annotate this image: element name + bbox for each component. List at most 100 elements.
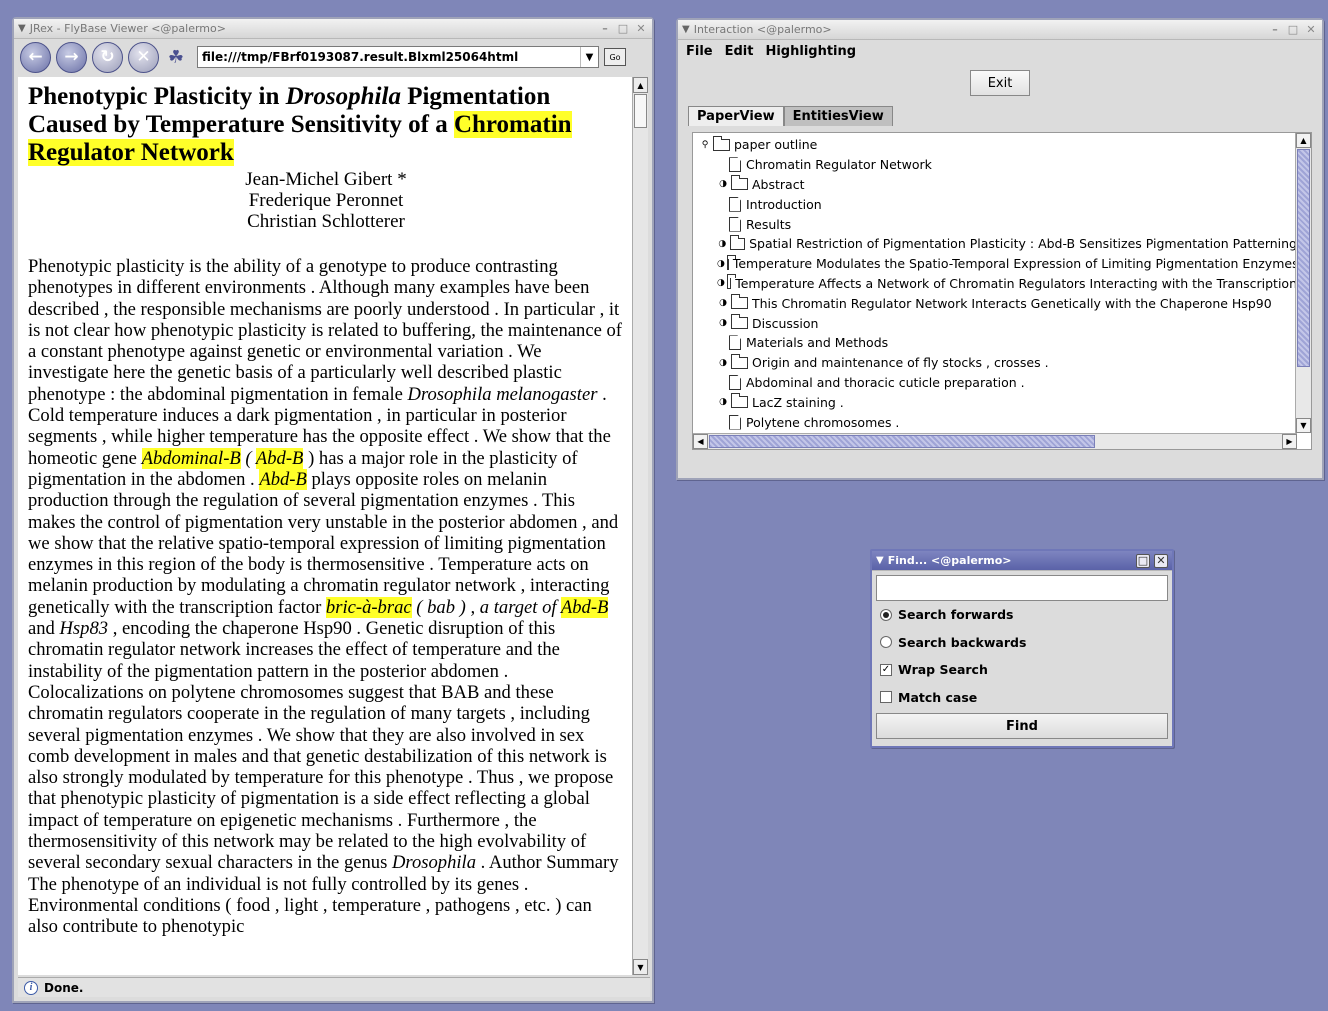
collapsed-toggle-icon[interactable]: ◑ (717, 179, 729, 189)
window-menu-icon[interactable]: ▼ (876, 555, 884, 566)
author: Jean-Michel Gibert * (245, 169, 407, 190)
minimize-icon[interactable]: – (598, 22, 612, 36)
collapsed-toggle-icon[interactable]: ◑ (717, 397, 729, 407)
maximize-icon[interactable]: □ (616, 22, 630, 36)
collapsed-toggle-icon[interactable]: ◑ (717, 318, 729, 328)
tree-node-label: Temperature Affects a Network of Chromat… (735, 275, 1297, 291)
highlighted-gene[interactable]: bric-à-brac (325, 596, 412, 618)
collapsed-toggle-icon[interactable]: ◑ (717, 358, 729, 368)
author: Christian Schlotterer (247, 211, 405, 232)
scroll-right-icon[interactable]: ▶ (1282, 434, 1297, 449)
checkbox[interactable] (880, 691, 892, 704)
url-bar[interactable]: ▼ (197, 46, 599, 68)
scroll-down-icon[interactable]: ▼ (1296, 418, 1311, 433)
document-view: Phenotypic Plasticity in Drosophila Pigm… (18, 77, 632, 975)
close-icon[interactable]: ✕ (1304, 23, 1318, 37)
find-button[interactable]: Find (876, 713, 1168, 739)
option-search-forwards[interactable]: Search forwards (872, 601, 1172, 629)
tree-node-label: Results (746, 216, 792, 232)
checkbox[interactable]: ✓ (880, 663, 892, 676)
close-icon[interactable]: ✕ (634, 22, 648, 36)
find-title: Find... <@palermo> (887, 554, 1012, 567)
minimize-icon[interactable]: – (1268, 23, 1282, 37)
jrex-titlebar[interactable]: ▼ JRex - FlyBase Viewer <@palermo> – □ ✕ (14, 19, 652, 39)
tree-node[interactable]: ◑ Origin and maintenance of fly stocks , … (693, 353, 1297, 373)
scroll-down-icon[interactable]: ▼ (633, 959, 648, 975)
document-scrollbar[interactable]: ▲ ▼ (632, 77, 648, 975)
tree-node[interactable]: ◑ Spatial Restriction of Pigmentation Pla… (693, 234, 1297, 254)
tree-node-label: Polytene chromosomes . (746, 414, 900, 430)
jrex-title: JRex - FlyBase Viewer <@palermo> (29, 22, 226, 35)
tree-node[interactable]: Materials and Methods (693, 333, 1297, 353)
tree-node-label: paper outline (734, 137, 818, 153)
outline-tree-pane: ⚲ paper outline Chromatin Regulator Networ… (692, 132, 1312, 450)
view-tabs: PaperView EntitiesView (688, 106, 893, 126)
highlighted-gene[interactable]: Abd-B (560, 596, 609, 618)
option-search-backwards[interactable]: Search backwards (872, 629, 1172, 657)
find-dialog: ▼ Find... <@palermo> □ ✕ Search forwards… (870, 549, 1174, 748)
tree-node[interactable]: ◑ Temperature Modulates the Spatio-Tempor… (693, 254, 1297, 274)
collapsed-toggle-icon[interactable]: ◑ (717, 259, 725, 269)
tree-node[interactable]: ⚲ paper outline (693, 135, 1297, 155)
collapsed-toggle-icon[interactable]: ◑ (717, 239, 728, 249)
tree-node[interactable]: Chromatin Regulator Network (693, 155, 1297, 175)
tree-node[interactable]: ◑ Temperature Affects a Network of Chroma… (693, 274, 1297, 294)
option-wrap-search[interactable]: ✓ Wrap Search (872, 656, 1172, 684)
option-match-case[interactable]: Match case (872, 684, 1172, 712)
menu-file[interactable]: File (686, 44, 713, 59)
scroll-thumb[interactable] (1297, 149, 1310, 367)
window-menu-icon[interactable]: ▼ (18, 23, 26, 34)
tree-node[interactable]: Results (693, 214, 1297, 234)
scroll-left-icon[interactable]: ◀ (693, 434, 708, 449)
tree-horizontal-scrollbar[interactable]: ◀ ▶ (693, 433, 1297, 449)
forward-icon[interactable]: → (56, 41, 87, 73)
menu-edit[interactable]: Edit (725, 44, 754, 59)
find-input[interactable] (877, 576, 1167, 600)
close-icon[interactable]: ✕ (1154, 553, 1168, 568)
maximize-icon[interactable]: □ (1136, 553, 1150, 568)
radio-button[interactable] (880, 608, 892, 621)
scroll-thumb[interactable] (634, 94, 647, 128)
tree-node[interactable]: ◑ Abstract (693, 175, 1297, 195)
document-icon (729, 196, 741, 212)
collapsed-toggle-icon[interactable]: ◑ (717, 278, 725, 288)
tree-node[interactable]: ◑ Discussion (693, 313, 1297, 333)
go-button[interactable]: Go (604, 48, 626, 66)
tree-node[interactable]: ◑ LacZ staining . (693, 392, 1297, 412)
interaction-window: ▼ Interaction <@palermo> – □ ✕ File Edit… (676, 18, 1324, 480)
folder-icon (731, 393, 748, 409)
home-icon[interactable]: ☘ (164, 45, 188, 69)
find-titlebar[interactable]: ▼ Find... <@palermo> □ ✕ (872, 551, 1172, 571)
expanded-toggle-icon[interactable]: ⚲ (699, 140, 711, 150)
tree-node[interactable]: Polytene chromosomes . (693, 412, 1297, 432)
author-list: Jean-Michel Gibert * Frederique Peronnet… (28, 169, 624, 232)
tab-paperview[interactable]: PaperView (688, 106, 784, 126)
interaction-titlebar[interactable]: ▼ Interaction <@palermo> – □ ✕ (678, 20, 1322, 40)
radio-button[interactable] (880, 636, 892, 649)
tree-node[interactable]: Introduction (693, 194, 1297, 214)
find-field[interactable] (876, 575, 1168, 601)
tab-entitiesview[interactable]: EntitiesView (783, 106, 893, 126)
url-input[interactable] (198, 47, 580, 67)
back-icon[interactable]: ← (20, 41, 51, 73)
reload-icon[interactable]: ↻ (92, 41, 123, 73)
document-icon (729, 216, 741, 232)
collapsed-toggle-icon[interactable]: ◑ (717, 298, 729, 308)
highlighted-gene[interactable]: Abdominal-B (141, 447, 241, 469)
scroll-thumb[interactable] (709, 435, 1095, 448)
abstract-text: Phenotypic plasticity is the ability of … (28, 256, 622, 938)
jrex-window: ▼ JRex - FlyBase Viewer <@palermo> – □ ✕… (12, 17, 654, 1003)
tree-node[interactable]: ◑ This Chromatin Regulator Network Intera… (693, 293, 1297, 313)
scroll-up-icon[interactable]: ▲ (1296, 133, 1311, 148)
tree-vertical-scrollbar[interactable]: ▲ ▼ (1295, 133, 1311, 433)
url-dropdown-icon[interactable]: ▼ (580, 47, 598, 67)
exit-button[interactable]: Exit (970, 70, 1030, 96)
tree-node[interactable]: Abdominal and thoracic cuticle preparati… (693, 373, 1297, 393)
maximize-icon[interactable]: □ (1286, 23, 1300, 37)
menu-highlighting[interactable]: Highlighting (765, 44, 856, 59)
scroll-up-icon[interactable]: ▲ (633, 77, 648, 93)
stop-icon[interactable]: ✕ (128, 41, 159, 73)
highlighted-gene[interactable]: Abd-B (255, 447, 304, 469)
highlighted-gene[interactable]: Abd-B (259, 468, 307, 490)
window-menu-icon[interactable]: ▼ (682, 24, 690, 35)
